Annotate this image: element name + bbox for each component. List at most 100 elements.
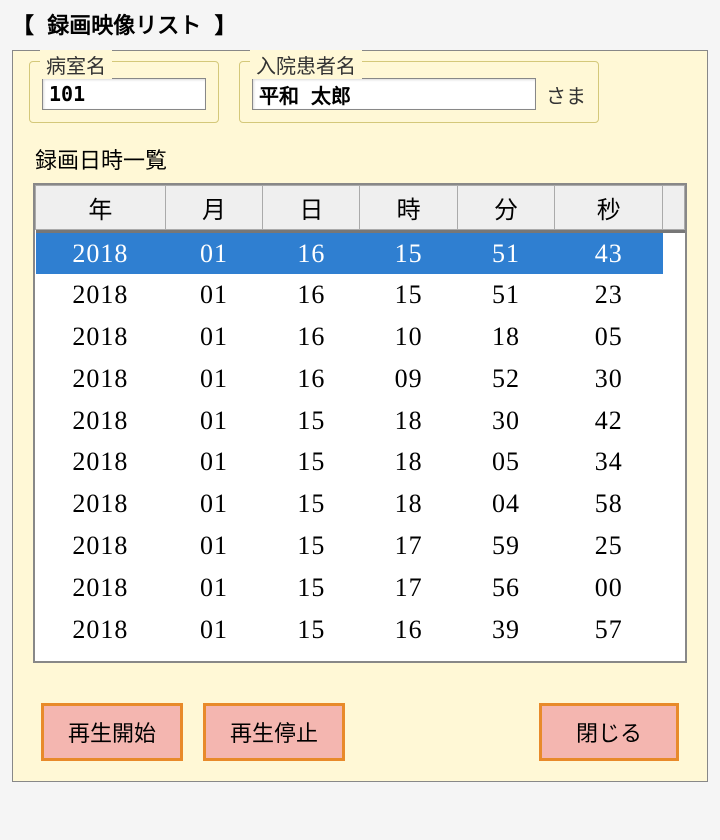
cell-month: 01 xyxy=(165,358,262,400)
window-title: 【 録画映像リスト 】 xyxy=(12,8,708,40)
cell-spacer xyxy=(663,358,685,400)
col-second[interactable]: 秒 xyxy=(555,186,663,230)
cell-second: 05 xyxy=(555,316,663,358)
cell-day: 15 xyxy=(263,483,360,525)
cell-second: 23 xyxy=(555,274,663,316)
cell-minute: 39 xyxy=(457,609,554,651)
table-row[interactable]: 20180115180458 xyxy=(36,483,685,525)
col-month[interactable]: 月 xyxy=(165,186,262,230)
cell-spacer xyxy=(663,233,685,275)
cell-year: 2018 xyxy=(36,567,166,609)
cell-minute: 51 xyxy=(457,274,554,316)
cell-minute: 52 xyxy=(457,358,554,400)
room-label: 病室名 xyxy=(40,50,112,79)
cell-minute: 18 xyxy=(457,316,554,358)
cell-day: 15 xyxy=(263,525,360,567)
cell-spacer xyxy=(663,567,685,609)
cell-hour: 15 xyxy=(360,274,457,316)
cell-day: 16 xyxy=(263,358,360,400)
cell-minute: 30 xyxy=(457,400,554,442)
room-fieldset: 病室名 xyxy=(29,61,219,123)
col-day[interactable]: 日 xyxy=(263,186,360,230)
table-row[interactable]: 20180115183042 xyxy=(36,400,685,442)
cell-hour: 18 xyxy=(360,441,457,483)
cell-day: 15 xyxy=(263,441,360,483)
cell-month: 01 xyxy=(165,274,262,316)
cell-day: 16 xyxy=(263,233,360,275)
table-row[interactable]: 20180115175600 xyxy=(36,567,685,609)
col-hour[interactable]: 時 xyxy=(360,186,457,230)
cell-day: 16 xyxy=(263,274,360,316)
table-row[interactable]: 20180116095230 xyxy=(36,358,685,400)
cell-month: 01 xyxy=(165,316,262,358)
cell-month: 01 xyxy=(165,441,262,483)
cell-second: 43 xyxy=(555,233,663,275)
patient-input[interactable] xyxy=(252,78,536,110)
cell-hour: 16 xyxy=(360,609,457,651)
stop-button[interactable]: 再生停止 xyxy=(203,703,345,761)
cell-month: 01 xyxy=(165,400,262,442)
patient-suffix: さま xyxy=(546,80,586,109)
cell-hour: 09 xyxy=(360,358,457,400)
cell-second: 42 xyxy=(555,400,663,442)
cell-hour: 18 xyxy=(360,400,457,442)
cell-year: 2018 xyxy=(36,483,166,525)
main-panel: 病室名 入院患者名 さま 録画日時一覧 年 月 xyxy=(12,50,708,782)
cell-minute: 56 xyxy=(457,567,554,609)
table-header-row: 年 月 日 時 分 秒 xyxy=(36,186,685,230)
cell-minute: 05 xyxy=(457,441,554,483)
table-row[interactable]: 20180115175925 xyxy=(36,525,685,567)
patient-label: 入院患者名 xyxy=(250,50,362,79)
cell-day: 15 xyxy=(263,567,360,609)
table-row[interactable]: 20180115163957 xyxy=(36,609,685,651)
cell-hour: 15 xyxy=(360,233,457,275)
recording-table[interactable]: 年 月 日 時 分 秒 2018011615514320180116155123… xyxy=(33,183,687,663)
cell-year: 2018 xyxy=(36,400,166,442)
table-row[interactable]: 20180116155123 xyxy=(36,274,685,316)
cell-day: 15 xyxy=(263,400,360,442)
cell-month: 01 xyxy=(165,483,262,525)
cell-minute: 04 xyxy=(457,483,554,525)
table-row[interactable]: 20180115180534 xyxy=(36,441,685,483)
cell-year: 2018 xyxy=(36,609,166,651)
cell-second: 58 xyxy=(555,483,663,525)
col-spacer xyxy=(663,186,685,230)
cell-hour: 18 xyxy=(360,483,457,525)
cell-year: 2018 xyxy=(36,441,166,483)
cell-second: 00 xyxy=(555,567,663,609)
cell-year: 2018 xyxy=(36,233,166,275)
cell-spacer xyxy=(663,316,685,358)
cell-second: 25 xyxy=(555,525,663,567)
room-input[interactable] xyxy=(42,78,206,110)
col-minute[interactable]: 分 xyxy=(457,186,554,230)
cell-month: 01 xyxy=(165,609,262,651)
cell-year: 2018 xyxy=(36,358,166,400)
cell-hour: 17 xyxy=(360,525,457,567)
cell-second: 34 xyxy=(555,441,663,483)
cell-month: 01 xyxy=(165,525,262,567)
cell-month: 01 xyxy=(165,567,262,609)
cell-hour: 17 xyxy=(360,567,457,609)
cell-hour: 10 xyxy=(360,316,457,358)
cell-spacer xyxy=(663,274,685,316)
play-button[interactable]: 再生開始 xyxy=(41,703,183,761)
patient-fieldset: 入院患者名 さま xyxy=(239,61,599,123)
cell-minute: 51 xyxy=(457,233,554,275)
cell-year: 2018 xyxy=(36,525,166,567)
table-row[interactable]: 20180116101805 xyxy=(36,316,685,358)
col-year[interactable]: 年 xyxy=(36,186,166,230)
cell-month: 01 xyxy=(165,233,262,275)
cell-second: 57 xyxy=(555,609,663,651)
cell-spacer xyxy=(663,609,685,651)
cell-day: 16 xyxy=(263,316,360,358)
cell-year: 2018 xyxy=(36,274,166,316)
cell-minute: 59 xyxy=(457,525,554,567)
cell-spacer xyxy=(663,525,685,567)
cell-spacer xyxy=(663,441,685,483)
table-row[interactable]: 20180116155143 xyxy=(36,233,685,275)
list-label: 録画日時一覧 xyxy=(35,143,691,175)
close-button[interactable]: 閉じる xyxy=(539,703,679,761)
cell-second: 30 xyxy=(555,358,663,400)
cell-spacer xyxy=(663,400,685,442)
cell-spacer xyxy=(663,483,685,525)
